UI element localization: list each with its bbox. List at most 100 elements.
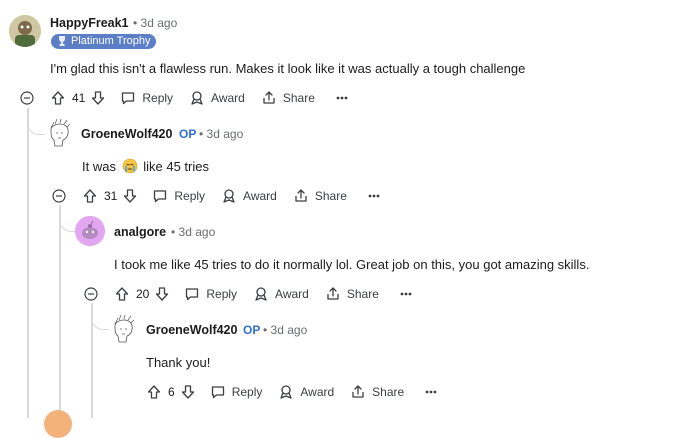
vote-count: 31 (104, 189, 118, 203)
comment-actions: 41 Reply Award Share (50, 87, 349, 109)
timestamp[interactable]: • 3d ago (263, 323, 307, 337)
op-badge: OP (243, 323, 261, 337)
share-icon (263, 91, 275, 104)
share-label: Share (282, 91, 315, 105)
more-icon (400, 292, 412, 296)
award-label: Award (211, 91, 245, 105)
username[interactable]: GroeneWolf420 (146, 323, 237, 337)
share-icon (327, 287, 339, 300)
more-options-button[interactable] (367, 188, 381, 204)
reply-icon (186, 288, 199, 301)
downvote-button[interactable] (154, 286, 170, 302)
upvote-button[interactable] (114, 286, 130, 302)
timestamp-text: 3d ago (206, 127, 244, 141)
comment-text: I'm glad this isn't a flawless run. Make… (50, 61, 526, 76)
upvote-icon (51, 91, 65, 105)
upvote-button[interactable] (146, 384, 162, 400)
reply-button[interactable]: Reply (152, 188, 205, 204)
thread-branch (91, 303, 110, 330)
avatar[interactable] (45, 118, 73, 148)
comment-actions: 6 Reply Award Share (146, 381, 438, 403)
avatar[interactable] (44, 410, 72, 438)
thread-line[interactable] (59, 205, 61, 418)
thread-line[interactable] (27, 108, 29, 418)
downvote-button[interactable] (90, 90, 106, 106)
reply-button[interactable]: Reply (210, 384, 263, 400)
reply-label: Reply (231, 385, 263, 399)
award-label: Award (300, 385, 335, 399)
more-icon (336, 96, 348, 100)
reply-label: Reply (174, 189, 206, 203)
upvote-button[interactable] (82, 188, 98, 204)
avatar[interactable] (75, 216, 105, 246)
downvote-icon (124, 189, 137, 203)
more-options-button[interactable] (424, 384, 438, 400)
share-label: Share (346, 287, 379, 301)
flair-text: Platinum Trophy (71, 35, 151, 47)
more-icon (425, 390, 437, 394)
timestamp[interactable]: • 3d ago (171, 225, 215, 239)
more-options-button[interactable] (335, 90, 349, 106)
reply-icon (122, 92, 135, 105)
crying-emoji-icon (122, 158, 138, 177)
username[interactable]: analgore (114, 225, 166, 239)
share-label: Share (314, 189, 347, 203)
reply-label: Reply (206, 287, 238, 301)
upvote-button[interactable] (50, 90, 66, 106)
award-icon (255, 287, 267, 301)
downvote-icon (156, 287, 169, 301)
downvote-icon (181, 385, 194, 399)
downvote-button[interactable] (180, 384, 196, 400)
award-icon (223, 189, 235, 203)
share-button[interactable]: Share (325, 286, 379, 302)
collapse-icon[interactable] (20, 91, 34, 105)
op-badge: OP (179, 127, 197, 141)
award-label: Award (275, 287, 309, 301)
comment-actions: 20 Reply Award Share (114, 283, 413, 305)
username[interactable]: GroeneWolf420 (81, 127, 172, 141)
award-button[interactable]: Award (253, 286, 309, 302)
reply-button[interactable]: Reply (184, 286, 237, 302)
comment-text-after: like 45 tries (143, 159, 209, 174)
avatar[interactable] (109, 314, 137, 344)
share-button[interactable]: Share (350, 384, 404, 400)
avatar[interactable] (9, 15, 41, 47)
reply-label: Reply (142, 91, 174, 105)
username[interactable]: HappyFreak1 (50, 16, 129, 30)
share-icon (352, 385, 364, 398)
timestamp[interactable]: • 3d ago (199, 127, 243, 141)
share-label: Share (372, 385, 405, 399)
timestamp-text: 3d ago (140, 16, 178, 30)
more-icon (368, 194, 380, 198)
share-button[interactable]: Share (261, 90, 315, 106)
timestamp-text: 3d ago (178, 225, 216, 239)
vote-count: 41 (72, 91, 86, 105)
timestamp[interactable]: • 3d ago (133, 16, 177, 30)
award-icon (280, 385, 293, 399)
comment-actions: 31 Reply Award Share (82, 185, 381, 207)
thread-branch (27, 108, 46, 135)
downvote-button[interactable] (122, 188, 138, 204)
award-button[interactable]: Award (221, 188, 277, 204)
share-icon (295, 189, 307, 202)
reply-icon (154, 190, 167, 203)
share-button[interactable]: Share (293, 188, 347, 204)
reply-icon (211, 386, 224, 399)
vote-count: 6 (168, 385, 175, 399)
award-button[interactable]: Award (189, 90, 245, 106)
more-options-button[interactable] (399, 286, 413, 302)
upvote-icon (83, 189, 97, 203)
reply-button[interactable]: Reply (120, 90, 173, 106)
award-label: Award (243, 189, 277, 203)
comment-text: It was like 45 tries (82, 158, 209, 177)
comment-text: Thank you! (146, 355, 211, 370)
collapse-icon[interactable] (52, 189, 66, 203)
timestamp-text: 3d ago (270, 323, 308, 337)
vote-count: 20 (136, 287, 150, 301)
collapse-icon[interactable] (84, 287, 98, 301)
downvote-icon (92, 91, 105, 105)
award-icon (191, 91, 203, 105)
upvote-icon (115, 287, 129, 301)
trophy-icon (57, 35, 67, 52)
award-button[interactable]: Award (278, 384, 334, 400)
